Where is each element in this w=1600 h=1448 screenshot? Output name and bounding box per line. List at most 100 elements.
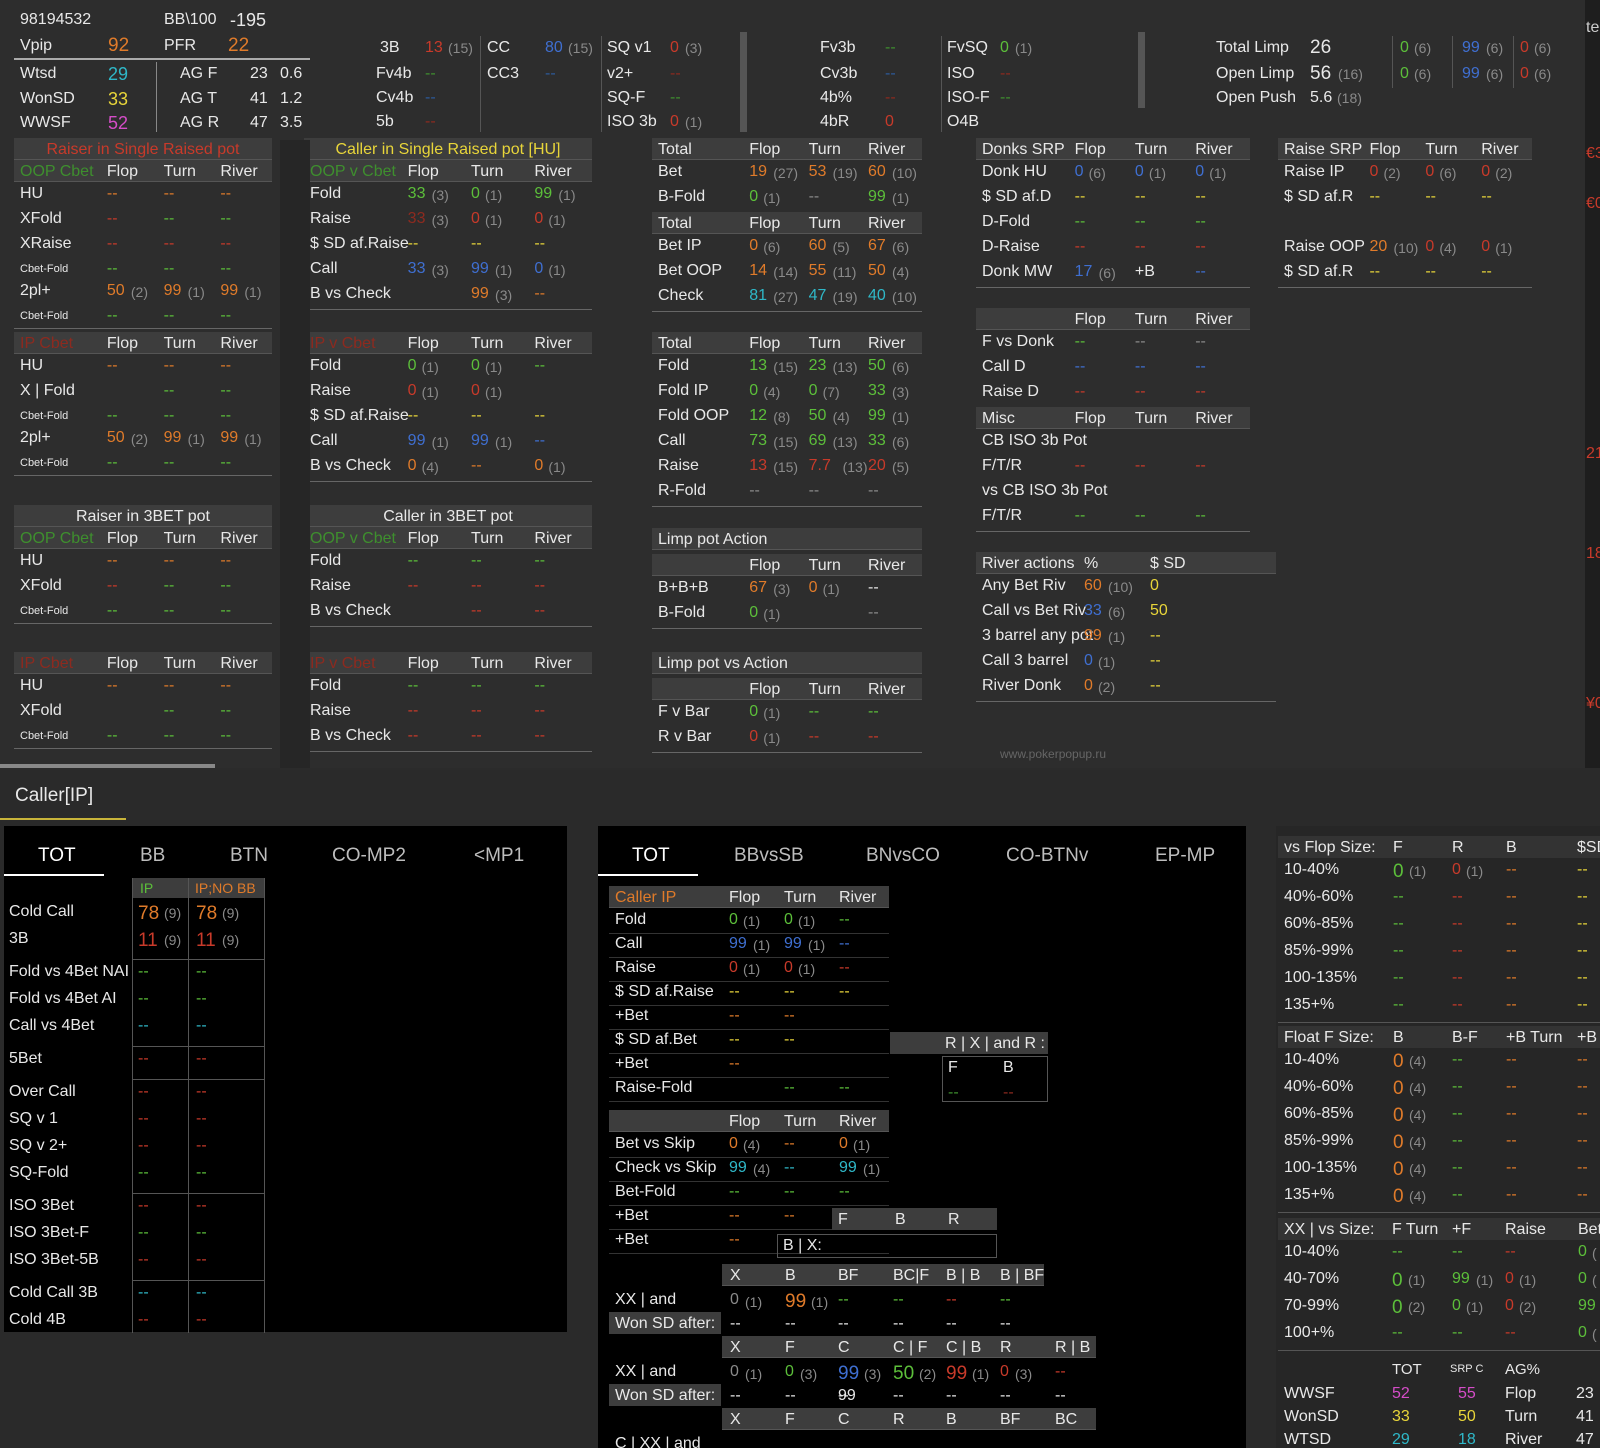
pp-cell: -- — [784, 1031, 795, 1048]
pp-cell: 99 — [729, 935, 747, 952]
tab-underline — [4, 874, 104, 876]
stat-cell: -- — [106, 185, 118, 202]
sz-cell-count: (1) — [1466, 1299, 1484, 1315]
pp-cell: -- — [839, 911, 850, 928]
stat-cell: -- — [106, 577, 118, 594]
section-underline — [976, 531, 1250, 532]
pf-cell: -- — [196, 1284, 207, 1301]
tab-pf-1: BB — [140, 845, 166, 866]
stat-cell: 0 — [749, 382, 759, 399]
col-header: River — [868, 215, 906, 232]
header-divider — [14, 58, 310, 60]
sz-cell: -- — [1506, 1132, 1517, 1149]
limp-g2n: (6) — [1414, 66, 1432, 82]
pp-row-label: Bet-Fold — [615, 1183, 676, 1200]
row-label: Cbet-Fold — [20, 730, 69, 742]
row-label: Raise — [310, 382, 351, 399]
vpip-label: Vpip — [20, 37, 53, 54]
sum-h2: SRP C — [1450, 1363, 1484, 1375]
scroll-bar-1[interactable] — [740, 32, 747, 132]
col-header: Total — [658, 335, 692, 352]
wonsd-value: 33 — [108, 89, 129, 109]
stat-cell: -- — [220, 677, 232, 694]
stat-cell: -- — [1150, 677, 1161, 694]
stat-cell: -- — [163, 260, 175, 277]
row-label: Check — [658, 287, 704, 304]
hscroll[interactable] — [0, 764, 215, 768]
stat-cell: -- — [163, 677, 175, 694]
stat-cell: 0 — [1084, 677, 1093, 694]
pf-row-label: SQ v 1 — [9, 1110, 58, 1127]
tab-underline-pp — [598, 874, 698, 876]
sz-cell: 99 — [1578, 1297, 1596, 1314]
stat-cell: 99 — [534, 185, 553, 202]
row-label: Fold — [310, 677, 342, 694]
row-label: $ SD af.R — [1284, 263, 1354, 280]
sz-cell-count: (1) — [1408, 1272, 1426, 1288]
stat-cell: -- — [1134, 383, 1146, 400]
row-label: Donk HU — [982, 163, 1047, 180]
stat-cell: -- — [220, 702, 232, 719]
pp-row-label: +Bet — [615, 1007, 649, 1024]
pf-cell: -- — [196, 1164, 207, 1181]
stat-cc3-value: -- — [545, 65, 556, 82]
sz-col-header: +B Turn — [1506, 1029, 1563, 1046]
xx-sub: -- — [1055, 1387, 1066, 1404]
stat-cell-count: (3) — [431, 262, 449, 278]
col-header: Flop — [1074, 311, 1106, 328]
stat-cell: -- — [534, 285, 546, 302]
section-underline — [304, 626, 592, 627]
pf-row-label: ISO 3Bet-F — [9, 1224, 90, 1241]
stat-cell-count: (4) — [421, 459, 439, 475]
sz-col-header: +F — [1452, 1221, 1472, 1238]
stat-cell: 99 — [220, 282, 239, 299]
open-limp-value: 56 — [1310, 63, 1332, 84]
scroll-bar-2[interactable] — [1138, 32, 1145, 108]
pf-sep — [132, 959, 264, 960]
stat-cell-count: (15) — [773, 359, 799, 375]
col-header: OOP v Cbet — [310, 163, 396, 180]
stat-cell-count: (5) — [832, 239, 850, 255]
sum-tot: 33 — [1392, 1408, 1410, 1425]
fb-b: B — [895, 1211, 906, 1228]
stat-cell-count: (6) — [763, 239, 781, 255]
pp-cell-count: (1) — [798, 961, 816, 977]
stat-cell-count: (4) — [832, 409, 850, 425]
sz-col-header: B — [1506, 839, 1517, 856]
stat-cell-count: (6) — [1108, 604, 1126, 620]
stat-cell: -- — [534, 552, 546, 569]
col-header: OOP Cbet — [20, 163, 94, 180]
stat-cell: 0 — [1074, 163, 1084, 180]
stat-cell: 50 — [106, 282, 125, 299]
position-title-underline — [0, 818, 126, 820]
stat-3b-value: 13 — [425, 39, 443, 56]
stat-cell: -- — [1425, 188, 1436, 205]
row-label: X | Fold — [20, 382, 75, 399]
col-header: River — [220, 655, 258, 672]
stat-cell-count: (10) — [1393, 240, 1419, 256]
col-header: Turn — [163, 655, 196, 672]
stat-4b-value: -- — [885, 89, 896, 106]
limp-r2: 0 — [1520, 65, 1529, 82]
col-header: Total — [658, 215, 692, 232]
xx-col-header: B — [946, 1411, 957, 1428]
sz-cell: -- — [1452, 1051, 1463, 1068]
section-underline — [652, 752, 922, 753]
xx-col-header: R — [1000, 1339, 1012, 1356]
sz-cell: 0 — [1393, 1132, 1404, 1153]
col-header: % — [1084, 555, 1099, 572]
stat-cell: -- — [1195, 188, 1206, 205]
row-label: HU — [20, 552, 44, 569]
stat-cell: -- — [1074, 188, 1086, 205]
stat-cell: 50 — [808, 407, 827, 424]
sz-col-header: $SD — [1577, 839, 1600, 856]
stat-cell: -- — [749, 482, 760, 499]
pf-cell: -- — [196, 1110, 207, 1127]
row-label: HU — [20, 185, 44, 202]
sz-row-label: 85%-99% — [1284, 942, 1354, 959]
pp-cell: 0 — [839, 1135, 848, 1152]
stat-cell: 33 — [868, 432, 886, 449]
stat-cell: -- — [106, 407, 118, 424]
col-header: Turn — [471, 335, 504, 352]
col-header: River — [220, 163, 258, 180]
